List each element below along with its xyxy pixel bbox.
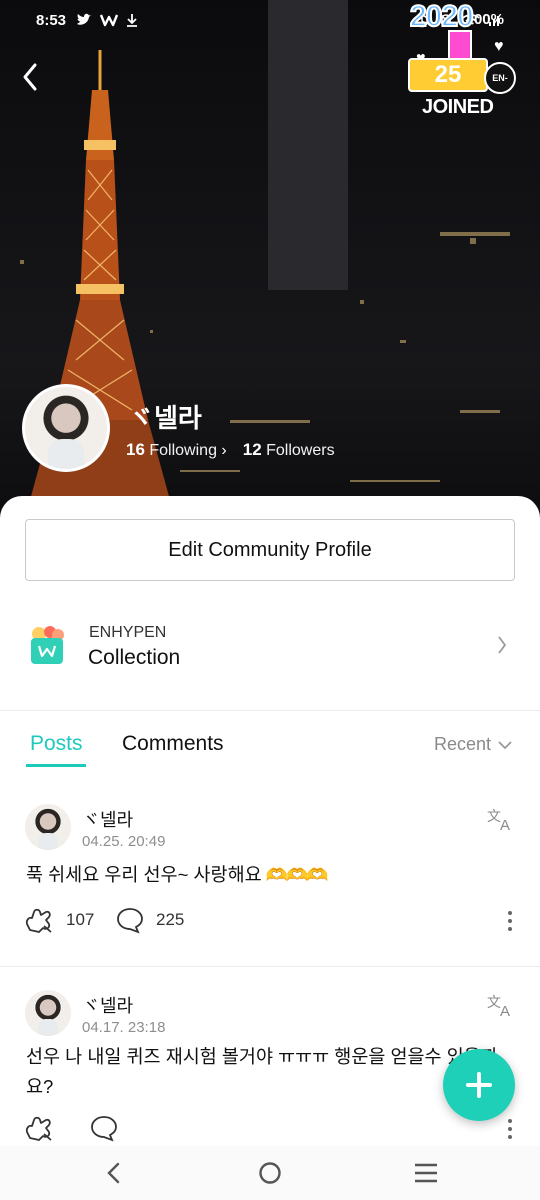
comment-icon (91, 1116, 117, 1142)
weverse-icon (100, 14, 119, 27)
heart-hands-emoji: 🫶🫶🫶 (265, 865, 329, 885)
status-time: 8:53 (36, 11, 67, 29)
translate-icon[interactable]: 文 A (487, 992, 515, 1018)
joined-day: 25 (408, 58, 488, 92)
post-author-avatar[interactable] (25, 804, 71, 850)
joined-label: JOINED (422, 96, 494, 118)
collection-icon (31, 626, 64, 664)
chevron-right-icon: › (221, 442, 227, 459)
collection-row[interactable]: ENHYPEN Collection (0, 608, 540, 708)
post-text-body: 푹 쉬세요 우리 선우~ 사랑해요 (26, 864, 262, 885)
heart-icon: ♥ (494, 38, 504, 55)
section-divider (0, 710, 540, 711)
avatar-photo (25, 387, 107, 469)
joined-badge: 2020 ♥ ♥ 25 EN- JOINED (404, 0, 524, 122)
nav-home-icon[interactable] (256, 1160, 284, 1186)
profile-stats: 16 Following › 12 Followers (126, 440, 335, 460)
tab-comments[interactable]: Comments (122, 732, 224, 756)
post-date: 04.25. 20:49 (82, 833, 166, 850)
edit-profile-button[interactable]: Edit Community Profile (25, 519, 515, 581)
post-author-name: ヾ넬라 (82, 810, 134, 830)
profile-avatar[interactable] (22, 384, 110, 472)
collection-title: Collection (88, 646, 181, 669)
comment-count: 225 (156, 910, 185, 929)
like-count: 107 (66, 910, 95, 929)
chevron-down-icon (498, 740, 512, 749)
following-label: Following (149, 442, 217, 459)
post-date: 04.17. 23:18 (82, 1019, 166, 1036)
chevron-right-icon (498, 636, 507, 654)
more-options-icon[interactable] (506, 1118, 514, 1140)
system-navigation-bar (0, 1146, 540, 1200)
comment-button[interactable] (90, 1114, 130, 1142)
nav-recents-icon[interactable] (412, 1160, 440, 1186)
svg-text:文: 文 (487, 809, 501, 825)
tab-posts[interactable]: Posts (30, 732, 83, 756)
comment-button[interactable]: 225 (116, 906, 184, 934)
followers-link[interactable]: 12 Followers (243, 440, 335, 460)
following-link[interactable]: 16 Following › (126, 440, 227, 460)
like-button[interactable] (24, 1114, 66, 1142)
cheer-icon (25, 908, 52, 933)
post-divider (0, 966, 540, 967)
post-text: 선우 나 내일 퀴즈 재시험 볼거야 ㅠㅠㅠ 행운을 얻을수 있을까요? (26, 1046, 498, 1097)
post-card[interactable]: ヾ넬라 04.25. 20:49 文 A 푹 쉬세요 우리 선우~ 사랑해요 🫶🫶… (0, 796, 540, 966)
tab-bar: Posts Comments Recent (0, 724, 540, 770)
profile-cover: 8:53 100% 2020 ♥ ♥ 25 EN- JOINED ヾ넬라 16 … (0, 0, 540, 520)
enhypen-logo: EN- (484, 62, 516, 94)
download-icon (127, 14, 138, 27)
svg-text:A: A (500, 817, 510, 832)
sort-label: Recent (434, 734, 492, 754)
following-count: 16 (126, 440, 145, 459)
post-author-avatar[interactable] (25, 990, 71, 1036)
followers-label: Followers (266, 442, 335, 459)
more-options-icon[interactable] (506, 910, 514, 932)
followers-count: 12 (242, 440, 262, 459)
translate-icon[interactable]: 文 A (487, 806, 515, 832)
post-author-name: ヾ넬라 (82, 996, 134, 1016)
create-post-button[interactable] (443, 1049, 515, 1121)
profile-name: ヾ넬라 (128, 403, 202, 433)
svg-text:文: 文 (487, 995, 501, 1011)
comment-icon (117, 908, 143, 934)
joined-month-block (448, 30, 472, 60)
nav-back-icon[interactable] (100, 1160, 128, 1186)
active-tab-indicator (26, 764, 86, 767)
post-text: 푹 쉬세요 우리 선우~ 사랑해요 🫶🫶🫶 (26, 860, 446, 890)
sort-dropdown[interactable]: Recent (434, 734, 513, 755)
svg-text:A: A (500, 1003, 510, 1018)
back-arrow-icon[interactable] (18, 60, 44, 94)
cheer-icon (25, 1116, 52, 1141)
twitter-icon (77, 13, 92, 25)
joined-year: 2020 (409, 0, 475, 34)
like-button[interactable]: 107 (24, 906, 94, 934)
collection-artist: ENHYPEN (89, 624, 167, 641)
